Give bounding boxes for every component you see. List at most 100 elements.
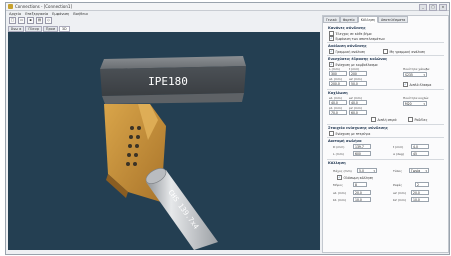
field-label: Ραφές: [393, 183, 403, 187]
field-label: Ποιότητα χάλυβα: [403, 67, 430, 71]
checkbox-row[interactable]: Εμφάνιση των αποτελεσμάτων: [329, 36, 385, 41]
field-label: Πάχος (mm): [333, 169, 352, 173]
input-field[interactable]: 300: [329, 71, 347, 76]
window-title: Connections - [Connection1]: [15, 4, 73, 9]
checkbox[interactable]: [371, 117, 376, 122]
input-field[interactable]: 20.0: [353, 190, 371, 195]
panel-tabs: Γενικά Φορτία Κόλληση Αποτελέσματα: [323, 16, 409, 23]
checkbox-label: Διπλό έλασμα: [409, 82, 432, 87]
tab-general[interactable]: Γενικά: [323, 16, 340, 23]
radio-button[interactable]: [383, 49, 388, 54]
bolt-icon: [137, 126, 141, 130]
input-field[interactable]: 139.7: [353, 144, 371, 149]
connection-3d-scene: IPE180 CHS 139.7x4: [100, 56, 246, 250]
tab-welding[interactable]: Κόλληση: [357, 16, 379, 23]
input-field[interactable]: 600: [353, 151, 371, 156]
bolt-icon: [126, 162, 130, 166]
checkbox-label: Ολόσωμη κόλληση: [343, 175, 374, 180]
checkbox-label: Ενίσχυση με πτερύγια: [335, 131, 371, 136]
field-label: Μήκος: [333, 183, 343, 187]
3d-viewport[interactable]: IPE180 CHS 139.7x4: [8, 32, 320, 250]
checkbox[interactable]: [408, 117, 413, 122]
tab-loads[interactable]: Φορτία: [339, 16, 358, 23]
weld-type-select[interactable]: Γωνία: [409, 168, 429, 174]
bolt-icon: [128, 144, 132, 148]
checkbox-row[interactable]: Ολόσωμη κόλληση: [337, 175, 373, 180]
checkbox-row[interactable]: Ροδέλες: [408, 117, 428, 122]
input-field[interactable]: 10.0: [353, 197, 371, 202]
checkbox-row[interactable]: Διπλή σειρά: [371, 117, 397, 122]
field-label: b2 (mm): [393, 198, 406, 202]
beam-ipe180: IPE180: [100, 56, 246, 104]
input-field[interactable]: 8: [353, 182, 367, 187]
checkbox-row[interactable]: Ενίσχυση με πτερύγια: [329, 131, 370, 136]
radio-button[interactable]: [329, 49, 334, 54]
beam-label: IPE180: [148, 75, 188, 88]
section-title: Κόλληση: [328, 161, 346, 165]
checkbox[interactable]: [337, 175, 342, 180]
field-label: t (mm): [393, 145, 404, 149]
input-field[interactable]: 60.0: [349, 110, 367, 115]
checkbox-row[interactable]: Διπλό έλασμα: [403, 82, 431, 87]
radio-label: Μη γραμμική ανάλυση: [389, 49, 426, 54]
field-label: D (mm): [333, 145, 345, 149]
bolt-grade-select[interactable]: M20: [403, 101, 427, 107]
checkbox-label: Ενίσχυση με κομβοέλασμα: [335, 62, 378, 67]
divider: [327, 42, 444, 43]
radio-label: Γραμμική ανάλυση: [335, 49, 366, 54]
close-button[interactable]: ×: [439, 4, 447, 11]
section-title: Ενισχύσεις έδρασης κολώνας: [328, 57, 388, 61]
input-field[interactable]: 20.0: [411, 190, 429, 195]
input-field[interactable]: 2: [415, 182, 429, 187]
radio-row[interactable]: Γραμμική ανάλυση: [329, 49, 365, 54]
input-field[interactable]: 70.0: [329, 110, 347, 115]
radio-row[interactable]: Μη γραμμική ανάλυση: [383, 49, 425, 54]
print-icon[interactable]: ▤: [36, 17, 43, 24]
input-field[interactable]: 40.0: [349, 100, 367, 105]
field-label: Ποιότητα κοχλία: [403, 96, 429, 100]
divider: [327, 55, 444, 56]
tab-results[interactable]: Αποτελέσματα: [378, 16, 409, 23]
input-field[interactable]: 4.0: [411, 144, 429, 149]
checkbox[interactable]: [329, 36, 334, 41]
field-label: α (deg): [393, 152, 404, 156]
field-label: L (mm): [333, 152, 344, 156]
input-field[interactable]: 200.0: [329, 81, 347, 86]
save-icon[interactable]: ▪: [27, 17, 34, 24]
title-bar: Connections - [Connection1] _ □ ×: [6, 3, 449, 11]
view-icon[interactable]: ◇: [45, 17, 52, 24]
field-label: Τύπος: [393, 169, 402, 173]
open-folder-icon[interactable]: ▭: [18, 17, 25, 24]
section-title: Κοχλίωση: [328, 91, 348, 95]
properties-panel: Γενικά Φορτία Κόλληση Αποτελέσματα Κανόν…: [322, 15, 449, 253]
divider: [327, 89, 444, 90]
app-logo-icon: [8, 4, 13, 9]
bolt-icon: [136, 135, 140, 139]
input-field[interactable]: 10.0: [411, 197, 429, 202]
section-title: Κανόνες σύνδεσης: [328, 26, 366, 30]
section-title: Στοιχεία ενίσχυσης σύνδεσης: [328, 126, 388, 130]
input-field[interactable]: 45: [411, 151, 429, 156]
input-field[interactable]: 40.0: [329, 100, 347, 105]
input-field[interactable]: 200: [349, 71, 367, 76]
divider: [327, 137, 444, 138]
input-field[interactable]: 50.0: [349, 81, 367, 86]
material-select[interactable]: S235: [403, 72, 427, 78]
tube-member: CHS 139.7x4: [145, 168, 218, 250]
weld-thickness-select[interactable]: 5.0: [357, 168, 377, 174]
bolt-icon: [127, 153, 131, 157]
field-label: a2 (mm): [393, 191, 406, 195]
divider: [327, 124, 444, 125]
divider: [327, 159, 444, 160]
checkbox-label: Διπλή σειρά: [377, 117, 397, 122]
checkbox-label: Έλεγχος σε κάθε βήμα: [335, 31, 372, 36]
maximize-button[interactable]: □: [429, 4, 437, 11]
checkbox-label: Εμφάνιση των αποτελεσμάτων: [335, 36, 385, 41]
new-file-icon[interactable]: □: [9, 17, 16, 24]
checkbox[interactable]: [329, 131, 334, 136]
section-title: Ανάλυση σύνδεσης: [328, 44, 367, 48]
field-label: b1 (mm): [333, 198, 346, 202]
field-label: a1 (mm): [333, 191, 346, 195]
checkbox[interactable]: [403, 82, 408, 87]
minimize-button[interactable]: _: [419, 4, 427, 11]
